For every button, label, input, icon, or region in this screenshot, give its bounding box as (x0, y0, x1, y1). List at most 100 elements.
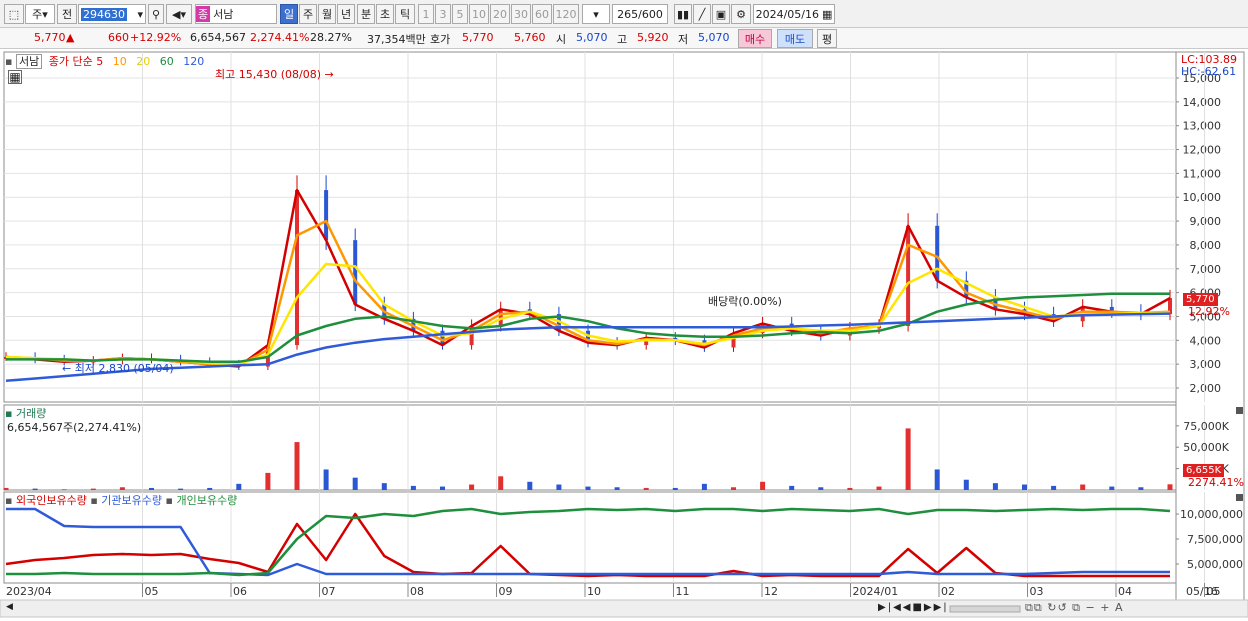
panel-frame (3, 404, 1177, 491)
low-annotation: ← 최저 2,830 (05/04) (62, 362, 174, 375)
volume-bar (672, 487, 678, 490)
legend-marker: ▪ (90, 494, 98, 507)
pct-tag: 12.92% (1188, 305, 1230, 318)
volume-bar (905, 428, 911, 490)
price-tick-label: 8,000 (1190, 239, 1222, 252)
volume-bar (207, 487, 213, 490)
volume-bar (440, 486, 445, 490)
volume-bar (556, 484, 562, 490)
high-annotation: 최고 15,430 (08/08) → (215, 68, 334, 81)
scroll-right-icon[interactable]: ▶ (878, 602, 888, 613)
high-annotation-text: 최고 15,430 (08/08) (215, 68, 322, 81)
volume-bar (119, 487, 125, 490)
price-tick-label: 14,000 (1183, 96, 1222, 109)
price-tick-label: 9,000 (1190, 215, 1222, 228)
stop-icon[interactable]: ■ (912, 602, 923, 613)
dividend-annotation: 배당락(0.00%) (708, 295, 782, 308)
legend-marker: ▪ (165, 494, 173, 507)
volume-bar (498, 476, 504, 490)
x-axis-label: 11 (676, 585, 690, 598)
scroll-first-icon[interactable]: |◀◀ (888, 602, 913, 613)
volume-bar (876, 486, 882, 490)
volume-bar (61, 489, 67, 490)
ma-legend: ▪ 서남 종가 단순 5 10 20 60 120 (5, 53, 204, 69)
volume-bar (847, 487, 853, 490)
x-axis-label: 05 (145, 585, 159, 598)
volume-bar (149, 487, 154, 490)
price-tick-label: 12,000 (1183, 144, 1222, 157)
volume-bar (32, 488, 38, 490)
volume-bar (701, 483, 707, 490)
ma-5-label: 5 (96, 55, 104, 68)
scroll-controls[interactable]: ▶|◀◀■▶▶| (878, 602, 949, 613)
candle-body (906, 225, 911, 326)
price-tick-label: 7,000 (1190, 263, 1222, 276)
x-axis-label: 03 (1030, 585, 1044, 598)
zoom-icon[interactable]: ⧉⧉ (1025, 601, 1043, 614)
zoom-tools[interactable]: ⧉⧉ ↻↺ ⧉ − + A (1025, 601, 1123, 615)
x-axis-label: 12 (764, 585, 778, 598)
price-tick-label: 2,000 (1190, 382, 1222, 395)
volume-bar (265, 472, 271, 490)
holding-tick-label: 10,000,000 (1180, 508, 1243, 521)
volume-bar (178, 488, 184, 490)
x-axis-label: 06 (233, 585, 247, 598)
ma-120-label: 120 (183, 55, 205, 68)
volume-bar (585, 486, 591, 490)
volume-bar (643, 487, 649, 490)
scrollbar-thumb (949, 605, 1021, 613)
volume-bar (90, 488, 96, 490)
x-axis-label: 08 (410, 585, 424, 598)
volume-bar (323, 469, 329, 490)
volume-tick-label: 50,000K (1183, 441, 1229, 454)
x-axis-label: 2023/04 (6, 585, 52, 598)
price-tick-label: 3,000 (1190, 358, 1222, 371)
ma-20-label: 20 (136, 55, 151, 68)
volume-bar (3, 487, 9, 490)
copy-icon[interactable]: ⧉ (1072, 601, 1081, 614)
x-axis-label: 02 (941, 585, 955, 598)
minus-icon[interactable]: − (1086, 601, 1096, 614)
x-axis-label: 09 (499, 585, 513, 598)
volume-bar (381, 483, 387, 490)
ma-title: 종가 단순 (48, 55, 93, 68)
volume-bar (760, 481, 766, 490)
scroll-last-icon[interactable]: ▶▶| (924, 602, 949, 613)
x-axis-label: 2024/01 (853, 585, 899, 598)
undo-icon[interactable]: ↺ (1057, 601, 1067, 614)
institution-holding-label: 기관보유수량 (101, 494, 163, 507)
volume-bar (1167, 484, 1173, 490)
volume-bar (1022, 484, 1027, 490)
volume-bar (1051, 485, 1057, 490)
stock-chart[interactable]: 15,00014,00013,00012,00011,00010,0009,00… (0, 0, 1248, 621)
holding-legend: ▪ 외국인보유수량 ▪ 기관보유수량 ▪ 개인보유수량 (5, 492, 237, 508)
price-tick-label: 11,000 (1183, 167, 1222, 180)
font-size-icon[interactable]: A (1115, 601, 1124, 614)
volume-tick-label: 75,000K (1183, 420, 1229, 433)
volume-summary: 6,654,567주(2,274.41%) (7, 421, 142, 434)
ma-60-label: 60 (159, 55, 174, 68)
volume-bar (236, 483, 242, 490)
volume-bar (352, 477, 358, 490)
volume-bar (1138, 487, 1144, 490)
volume-bar (614, 487, 620, 490)
legend-marker: ▪ (5, 55, 13, 68)
table-icon[interactable]: ▦ (8, 70, 22, 84)
panel-max-icon (1236, 407, 1243, 414)
ma-10-label: 10 (112, 55, 127, 68)
volume-bar (1080, 484, 1086, 490)
x-axis-right-label: 05/16 (1186, 585, 1218, 598)
volume-bar (963, 479, 969, 490)
panel-frame (3, 51, 1177, 403)
plus-icon[interactable]: + (1100, 601, 1110, 614)
redo-icon[interactable]: ↻ (1047, 601, 1057, 614)
foreign-holding-label: 외국인보유수량 (15, 494, 87, 507)
price-tick-label: 13,000 (1183, 120, 1222, 133)
hc-label: HC:-62.61 (1181, 65, 1237, 78)
volume-bar (934, 469, 940, 490)
holding-tick-label: 5,000,000 (1187, 558, 1243, 571)
scrollbar-left-icon[interactable]: ◀ (6, 602, 13, 612)
candle-body (353, 240, 358, 305)
candle-body (295, 190, 299, 346)
x-axis-label: 10 (587, 585, 601, 598)
